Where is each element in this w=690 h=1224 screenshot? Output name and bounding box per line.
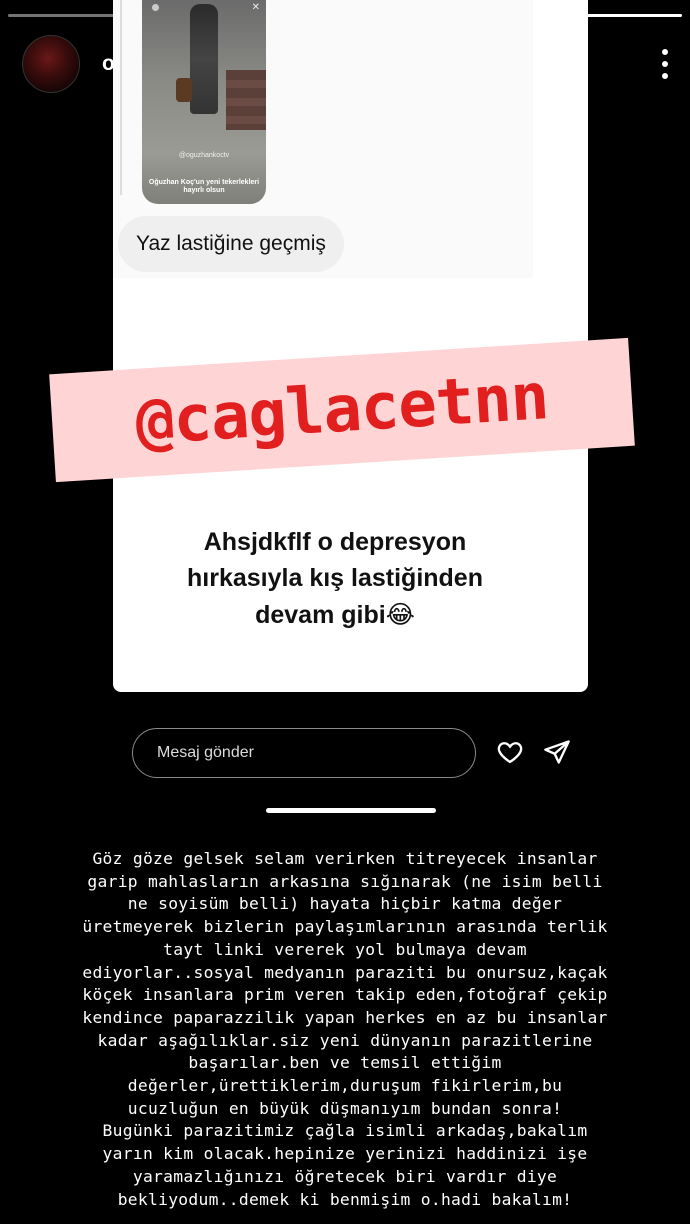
more-options-icon[interactable] <box>660 49 670 79</box>
avatar[interactable] <box>22 35 80 93</box>
story-caption: Ahsjdkflf o depresyon hırkasıyla kış las… <box>150 524 520 633</box>
preview-caption: Oğuzhan Koç'un yeni tekerlekleri hayırlı… <box>148 178 260 195</box>
story-reply-preview: ✕ @oguzhankoctv Oğuzhan Koç'un yeni teke… <box>142 0 266 204</box>
message-bubble: Yaz lastiğine geçmiş <box>118 216 344 272</box>
photo-steps <box>226 70 266 130</box>
progress-segment-active <box>574 14 682 17</box>
message-input-container[interactable] <box>132 728 476 778</box>
send-icon[interactable] <box>543 738 571 766</box>
reply-indicator-line <box>120 0 122 195</box>
photo-person <box>190 4 218 114</box>
heart-icon[interactable] <box>496 738 524 766</box>
home-indicator <box>266 808 436 813</box>
preview-handle: @oguzhankoctv <box>178 152 230 159</box>
close-icon: ✕ <box>251 2 260 13</box>
mention-text: @caglacetnn <box>133 360 551 460</box>
message-input[interactable] <box>155 743 459 763</box>
caption-text: Ahsjdkflf o depresyon hırkasıyla kış las… <box>187 528 483 629</box>
mini-avatar <box>152 4 159 11</box>
progress-segment <box>8 14 116 17</box>
story-text-overlay: Göz göze gelsek selam verirken titreyece… <box>82 849 608 1209</box>
laughing-emoji-icon: 😂 <box>385 599 415 629</box>
photo-bag <box>176 78 192 102</box>
